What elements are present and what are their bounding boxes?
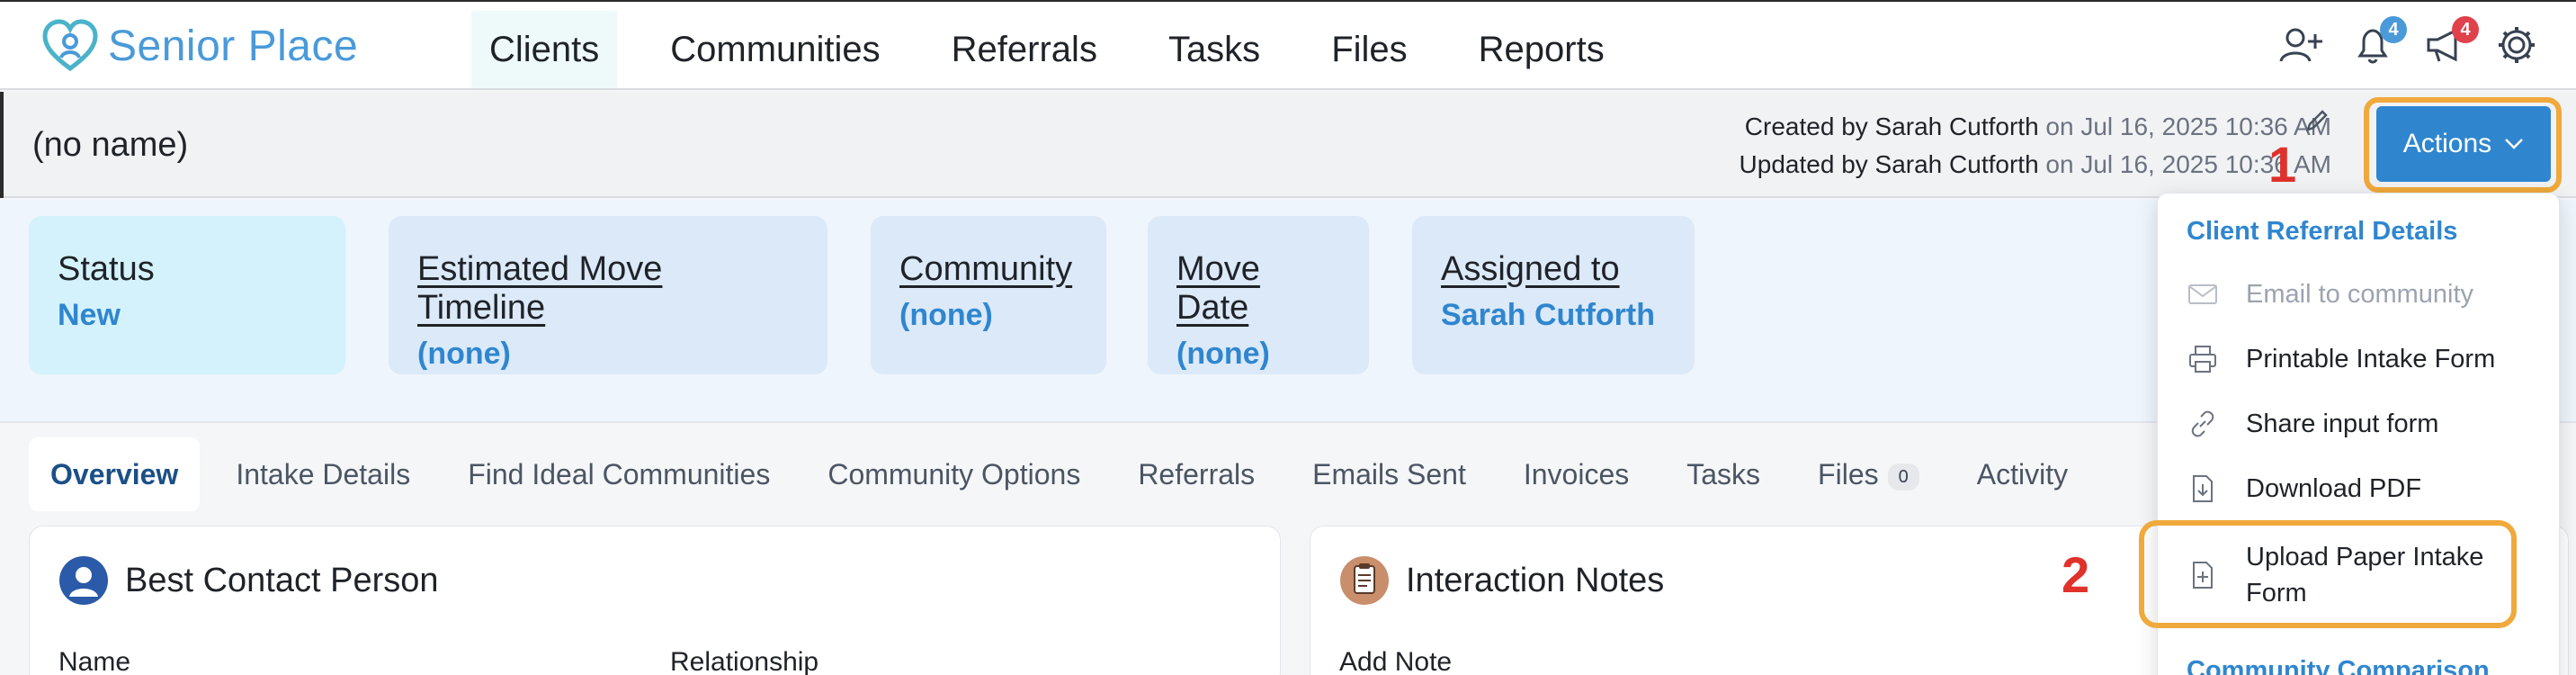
tab-find-ideal-communities[interactable]: Find Ideal Communities [446,437,792,511]
community-card: Community (none) [871,216,1106,374]
assigned-to-value[interactable]: Sarah Cutforth [1441,298,1666,333]
nav-files[interactable]: Files [1313,11,1425,88]
user-circle-icon [59,556,108,605]
community-title: Community [899,250,1073,288]
megaphone-icon[interactable]: 4 [2421,16,2479,68]
printer-icon [2189,346,2216,373]
tab-intake-details[interactable]: Intake Details [214,437,432,511]
status-title: Status [58,250,155,288]
menu-item-label: Printable Intake Form [2246,344,2496,374]
menu-item-download-pdf[interactable]: Download PDF [2187,472,2421,505]
top-icons: 4 4 [2277,16,2540,68]
assigned-to-card: Assigned to Sarah Cutforth [1412,216,1695,374]
relationship-column-label: Relationship [670,647,819,675]
heart-logo-icon [42,19,98,72]
main-nav: Clients Communities Referrals Tasks File… [471,11,1658,88]
announcement-badge: 4 [2452,16,2479,43]
menu-item-label: Upload Paper Intake Form [2246,543,2484,608]
nav-referrals[interactable]: Referrals [934,11,1115,88]
clipboard-icon [1340,556,1389,605]
nav-tasks[interactable]: Tasks [1150,11,1278,88]
download-icon [2193,475,2213,502]
nav-reports[interactable]: Reports [1461,11,1623,88]
move-timeline-card: Estimated Move Timeline (none) [389,216,827,374]
best-contact-title: Best Contact Person [125,561,439,599]
tab-referrals[interactable]: Referrals [1116,437,1276,511]
tab-activity[interactable]: Activity [1955,437,2089,511]
chevron-down-icon [2505,139,2524,149]
tab-files-label: Files [1818,458,1879,490]
status-value[interactable]: New [58,298,317,333]
file-plus-icon [2193,562,2213,589]
move-date-card: Move Date (none) [1148,216,1369,374]
step-marker-2: 2 [2062,546,2090,603]
move-date-value[interactable]: (none) [1176,337,1340,372]
add-note-label: Add Note [1339,647,1453,675]
nav-clients[interactable]: Clients [471,11,618,88]
move-timeline-title: Estimated Move Timeline [417,250,663,327]
client-tabs: Overview Intake Details Find Ideal Commu… [29,437,2104,511]
tab-tasks[interactable]: Tasks [1665,437,1782,511]
record-meta: Created by Sarah Cutforth on Jul 16, 202… [1740,108,2331,184]
client-header: (no name) Created by Sarah Cutforth on J… [0,92,2576,198]
pencil-icon[interactable] [2303,106,2331,135]
notification-badge: 4 [2380,16,2407,43]
gear-icon[interactable] [2493,22,2540,68]
tab-emails-sent[interactable]: Emails Sent [1291,437,1488,511]
tab-invoices[interactable]: Invoices [1502,437,1650,511]
dropdown-section-footer[interactable]: Community Comparison [2187,656,2490,675]
best-contact-panel: Best Contact Person Name Relationship [29,526,1281,675]
menu-item-label: Share input form [2246,409,2439,438]
interaction-notes-title: Interaction Notes [1406,561,1665,599]
menu-item-email-to-community[interactable]: Email to community [2187,278,2473,310]
nav-communities[interactable]: Communities [652,11,898,88]
move-timeline-value[interactable]: (none) [417,337,799,372]
menu-item-share-input-form[interactable]: Share input form [2187,408,2438,440]
community-value[interactable]: (none) [899,298,1078,333]
tab-overview[interactable]: Overview [29,437,201,511]
actions-dropdown-menu: Client Referral Details Email to communi… [2157,193,2560,675]
menu-item-label: Download PDF [2246,473,2422,503]
files-count-badge: 0 [1887,463,1919,490]
menu-item-label: Email to community [2246,279,2474,309]
menu-item-printable-intake-form[interactable]: Printable Intake Form [2187,343,2495,375]
add-user-icon[interactable] [2277,22,2324,68]
assigned-to-title: Assigned to [1441,250,1620,288]
name-column-label: Name [58,647,131,675]
dropdown-section-header: Client Referral Details [2187,217,2458,246]
status-card: Status New [29,216,345,374]
bell-icon[interactable]: 4 [2349,16,2407,68]
top-navbar: Senior Place Clients Communities Referra… [0,0,2576,90]
created-by: Created by Sarah Cutforth [1744,112,2039,140]
actions-button[interactable]: Actions [2376,106,2551,182]
actions-label: Actions [2402,129,2492,158]
step-marker-1: 1 [2268,136,2297,193]
move-date-title: Move Date [1176,250,1260,327]
app-logo[interactable]: Senior Place [41,18,358,74]
menu-item-upload-paper-intake-form[interactable]: Upload Paper Intake Form [2187,539,2483,611]
link-icon [2191,410,2214,437]
envelope-icon [2188,284,2217,304]
tab-community-options[interactable]: Community Options [806,437,1102,511]
tab-files[interactable]: Files 0 [1796,437,1941,511]
app-name: Senior Place [108,22,359,70]
client-name: (no name) [32,126,189,164]
updated-by: Updated by Sarah Cutforth [1739,150,2039,178]
